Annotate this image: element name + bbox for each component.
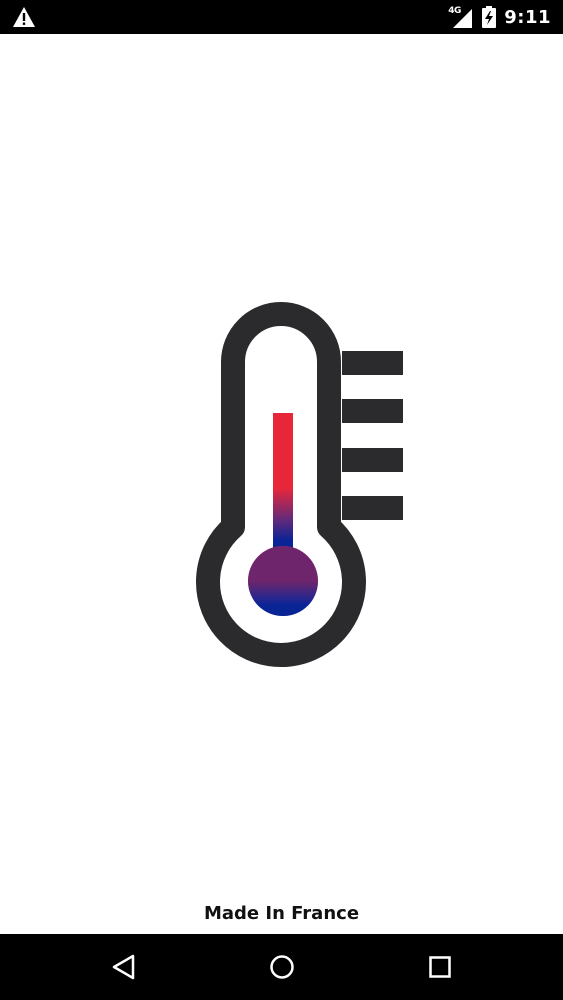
signal-icon: 4G — [448, 5, 474, 29]
back-button[interactable] — [94, 934, 154, 1000]
home-button[interactable] — [252, 934, 312, 1000]
navigation-bar — [0, 934, 563, 1000]
status-clock: 9:11 — [504, 6, 551, 28]
thermometer-scale-marks — [342, 351, 403, 520]
recents-square-icon — [429, 956, 451, 978]
home-circle-icon — [270, 955, 294, 979]
battery-charging-icon — [482, 6, 497, 28]
status-bar: 4G 9:11 — [0, 0, 563, 34]
thermometer-icon — [196, 302, 403, 667]
back-triangle-icon — [112, 954, 135, 980]
splash-content — [0, 34, 563, 934]
warning-icon — [12, 6, 36, 28]
recents-button[interactable] — [410, 934, 470, 1000]
made-in-france-label: Made In France — [203, 903, 360, 924]
splash-screen: 4G 9:11 Made In France — [0, 0, 563, 1000]
